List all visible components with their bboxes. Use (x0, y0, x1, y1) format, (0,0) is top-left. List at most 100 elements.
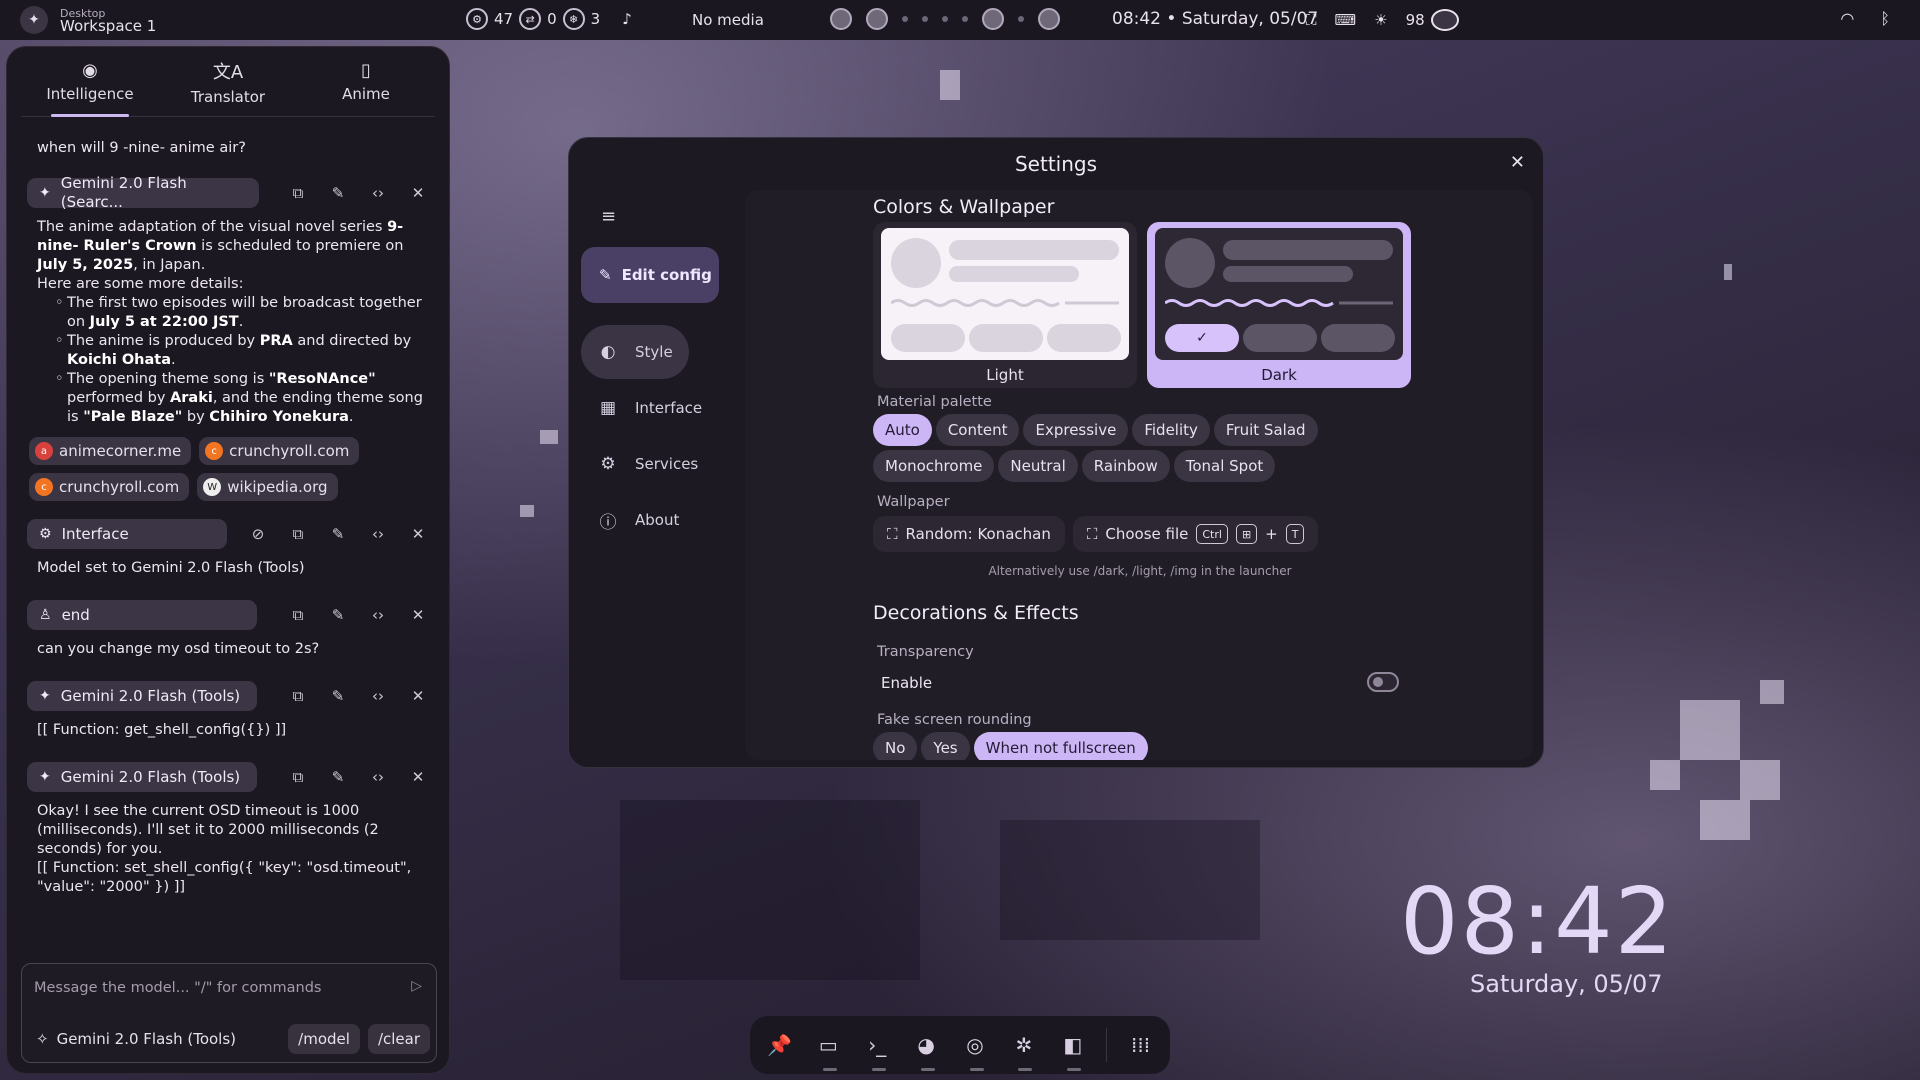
workspace-app-icon[interactable] (982, 8, 1004, 30)
message-input[interactable]: Message the model... "/" for commands (34, 980, 321, 996)
code-icon[interactable]: ‹› (369, 606, 387, 625)
kbd-t: T (1285, 524, 1305, 544)
copy-icon[interactable]: ⧉ (289, 525, 307, 544)
nav-about[interactable]: ⓘ About (581, 493, 721, 547)
theme-selector: Light ✓ Dark (873, 222, 1411, 388)
pin-icon[interactable]: 📌 (764, 1028, 795, 1062)
edit-icon[interactable]: ✎ (329, 687, 347, 706)
palette-option[interactable]: Fruit Salad (1213, 414, 1318, 446)
battery-indicator[interactable]: 98 (1406, 9, 1459, 31)
send-icon[interactable]: ▷ (411, 978, 422, 994)
source-chip[interactable]: c crunchyroll.com (29, 473, 190, 501)
text: is scheduled to premiere on (196, 238, 404, 254)
tab-intelligence[interactable]: ◉ Intelligence (21, 47, 159, 117)
workspace-dot[interactable] (1018, 16, 1024, 22)
rounding-option[interactable]: Yes (921, 732, 970, 760)
nav-style[interactable]: ◐ Style (581, 325, 689, 379)
nav-interface[interactable]: ▦ Interface (581, 381, 721, 435)
theme-dark-card[interactable]: ✓ Dark (1147, 222, 1411, 388)
copy-icon[interactable]: ⧉ (289, 768, 307, 787)
brightness-icon[interactable]: ☀ (1374, 11, 1387, 29)
edit-config-button[interactable]: ✎ Edit config (581, 247, 719, 303)
code-editor-icon[interactable]: ◧ (1057, 1028, 1088, 1071)
kbd-plus: + (1265, 525, 1278, 543)
launcher-icon[interactable]: ✦ (20, 6, 48, 34)
transparency-toggle[interactable] (1367, 672, 1399, 692)
theme-light-card[interactable]: Light (873, 222, 1137, 388)
source-chip[interactable]: Wwikipedia.org (197, 473, 338, 501)
nav-services[interactable]: ⚙ Services (581, 437, 721, 491)
edit-icon[interactable]: ✎ (329, 184, 347, 203)
palette-option[interactable]: Monochrome (873, 450, 995, 482)
delete-icon[interactable]: ✕ (409, 768, 427, 787)
close-icon[interactable]: ✕ (1510, 152, 1525, 173)
tab-anime[interactable]: ▯ Anime (297, 47, 435, 116)
text: performed by (67, 390, 171, 406)
copy-icon[interactable]: ⧉ (289, 606, 307, 625)
settings-app-icon[interactable]: ✲ (1008, 1028, 1039, 1071)
text: . (238, 314, 244, 330)
screenshot-icon[interactable]: ⛶ (1306, 11, 1317, 29)
wifi-icon[interactable]: ◠ (1840, 9, 1854, 28)
workspace-dot[interactable] (922, 16, 928, 22)
sparkle-icon: ✦ (39, 184, 51, 201)
code-icon[interactable]: ‹› (369, 184, 387, 203)
text-bold: "ResoNAnce" (268, 371, 376, 387)
source-chip[interactable]: c crunchyroll.com (199, 437, 360, 465)
palette-option[interactable]: Rainbow (1081, 450, 1170, 482)
bluetooth-icon[interactable]: ᛒ (1880, 9, 1890, 28)
menu-collapse-icon[interactable]: ≡ (601, 206, 721, 227)
tab-translator[interactable]: 文A Translator (159, 47, 297, 116)
palette-option[interactable]: Neutral (998, 450, 1078, 482)
hide-icon[interactable]: ⊘ (249, 525, 267, 544)
palette-option[interactable]: Content (935, 414, 1020, 446)
source-chip[interactable]: a animecorner.me (29, 437, 192, 465)
code-icon[interactable]: ‹› (369, 687, 387, 706)
media-status[interactable]: No media (692, 11, 764, 29)
clear-command-button[interactable]: /clear (367, 1024, 430, 1054)
delete-icon[interactable]: ✕ (409, 687, 427, 706)
topbar-clock[interactable]: 08:42 • Saturday, 05/07 (1112, 9, 1318, 29)
palette-option[interactable]: Expressive (1023, 414, 1129, 446)
palette-options: Auto Content Expressive Fidelity Fruit S… (873, 414, 1318, 446)
delete-icon[interactable]: ✕ (409, 184, 427, 203)
rounding-option[interactable]: No (873, 732, 918, 760)
file-manager-icon[interactable]: ▭ (813, 1028, 844, 1071)
edit-icon[interactable]: ✎ (329, 606, 347, 625)
workspace-indicator[interactable]: ✦ Desktop Workspace 1 (20, 6, 156, 34)
edit-icon[interactable]: ✎ (329, 768, 347, 787)
palette-option[interactable]: Tonal Spot (1173, 450, 1276, 482)
text: , in Japan. (133, 257, 206, 273)
terminal-icon[interactable]: ›_ (862, 1028, 893, 1071)
random-wallpaper-button[interactable]: ⛶ Random: Konachan (873, 516, 1065, 552)
workspace-dot[interactable] (942, 16, 948, 22)
app-grid-icon[interactable]: ⁞⁞⁞ (1125, 1028, 1156, 1062)
copy-icon[interactable]: ⧉ (289, 184, 307, 203)
edit-config-label: Edit config (621, 266, 712, 284)
delete-icon[interactable]: ✕ (409, 606, 427, 625)
workspace-app-icon[interactable] (830, 8, 852, 30)
swap-icon: ⇄ (519, 8, 542, 30)
workspace-dot[interactable] (902, 16, 908, 22)
choose-file-button[interactable]: ⛶ Choose file Ctrl ⊞ + T (1072, 516, 1319, 552)
edit-icon[interactable]: ✎ (329, 525, 347, 544)
workspace-dot[interactable] (962, 16, 968, 22)
copy-icon[interactable]: ⧉ (289, 687, 307, 706)
rounding-option[interactable]: When not fullscreen (973, 732, 1148, 760)
current-model[interactable]: ✧ Gemini 2.0 Flash (Tools) (36, 1030, 236, 1048)
role-name: Interface (61, 524, 129, 543)
text-bold: Araki (170, 390, 213, 406)
keyboard-icon[interactable]: ⌨ (1335, 11, 1357, 29)
chrome-icon[interactable]: ◎ (960, 1028, 991, 1071)
code-icon[interactable]: ‹› (369, 768, 387, 787)
palette-option[interactable]: Fidelity (1132, 414, 1210, 446)
cpu-icon: ⚙ (466, 8, 488, 30)
model-command-button[interactable]: /model (288, 1024, 360, 1054)
workspace-app-icon[interactable] (1038, 8, 1060, 30)
workspace-app-icon[interactable] (866, 8, 888, 30)
palette-option[interactable]: Auto (873, 414, 932, 446)
github-icon[interactable]: ◕ (911, 1028, 942, 1071)
delete-icon[interactable]: ✕ (409, 525, 427, 544)
model-chip: ✦ Gemini 2.0 Flash (Searc... (27, 174, 259, 211)
code-icon[interactable]: ‹› (369, 525, 387, 544)
